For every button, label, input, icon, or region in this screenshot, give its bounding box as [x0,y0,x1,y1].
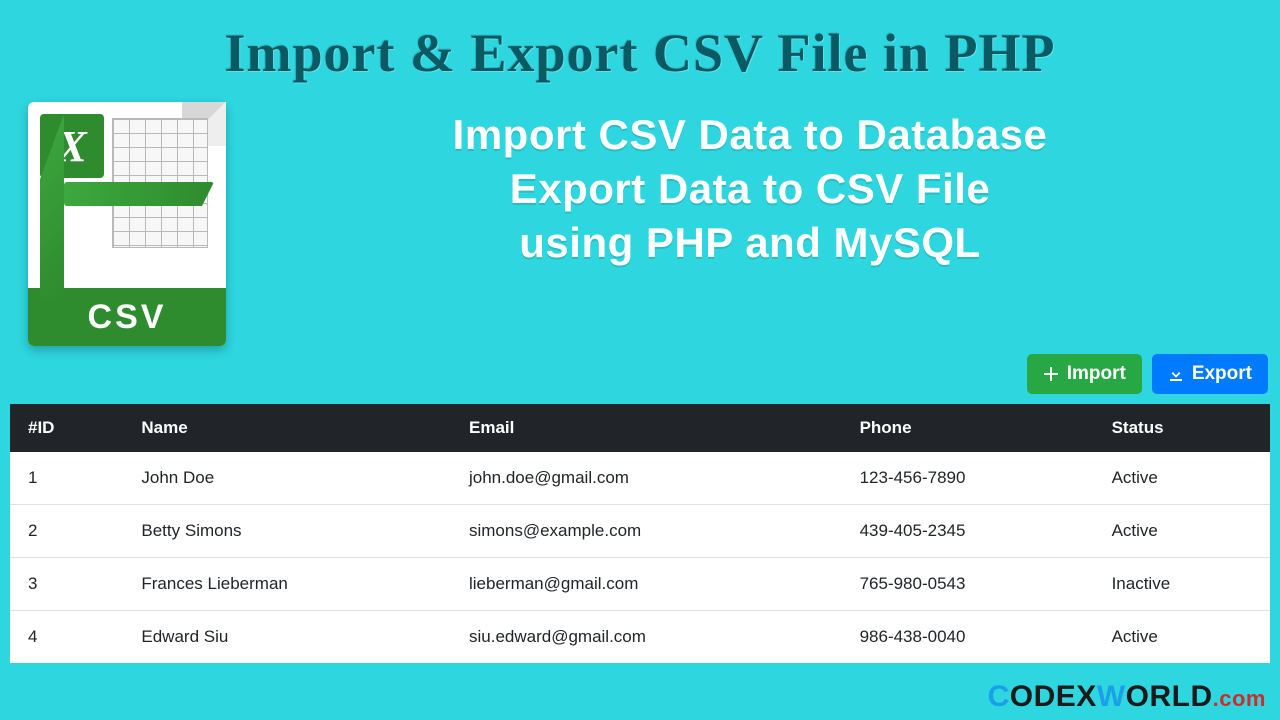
cell-id: 2 [10,505,123,558]
cell-id: 3 [10,558,123,611]
watermark-part: W [1097,680,1126,713]
data-table-wrap: #ID Name Email Phone Status 1John Doejoh… [0,404,1280,663]
cell-id: 4 [10,611,123,664]
subtitle-line: using PHP and MySQL [248,216,1252,270]
cell-phone: 123-456-7890 [842,452,1094,505]
data-table: #ID Name Email Phone Status 1John Doejoh… [10,404,1270,663]
cell-name: Edward Siu [123,611,451,664]
subtitle-line: Import CSV Data to Database [248,108,1252,162]
cell-status: Inactive [1094,558,1270,611]
cell-phone: 439-405-2345 [842,505,1094,558]
subtitle-line: Export Data to CSV File [248,162,1252,216]
download-icon [1168,366,1184,382]
col-header-id: #ID [10,404,123,452]
watermark-part: C [988,680,1010,713]
cell-email: john.doe@gmail.com [451,452,842,505]
table-header-row: #ID Name Email Phone Status [10,404,1270,452]
page-title: Import & Export CSV File in PHP [0,0,1280,94]
cell-name: Frances Lieberman [123,558,451,611]
cell-phone: 986-438-0040 [842,611,1094,664]
watermark-part: ODEX [1010,680,1097,713]
page-subtitle: Import CSV Data to Database Export Data … [248,102,1252,269]
cell-status: Active [1094,505,1270,558]
cell-phone: 765-980-0543 [842,558,1094,611]
csv-file-icon: X CSV [28,102,226,346]
hero-section: X CSV Import CSV Data to Database Export… [0,94,1280,346]
cell-email: lieberman@gmail.com [451,558,842,611]
plus-icon [1043,366,1059,382]
col-header-name: Name [123,404,451,452]
import-button-label: Import [1067,363,1126,385]
cell-status: Active [1094,611,1270,664]
col-header-phone: Phone [842,404,1094,452]
cell-name: Betty Simons [123,505,451,558]
watermark-suffix: .com [1213,686,1266,711]
import-button[interactable]: Import [1027,354,1142,394]
cell-name: John Doe [123,452,451,505]
watermark-logo: CODEXWORLD.com [988,680,1266,714]
col-header-status: Status [1094,404,1270,452]
cell-email: siu.edward@gmail.com [451,611,842,664]
export-button-label: Export [1192,363,1252,385]
cell-email: simons@example.com [451,505,842,558]
table-row: 4Edward Siusiu.edward@gmail.com986-438-0… [10,611,1270,664]
action-toolbar: Import Export [0,346,1280,404]
table-row: 2Betty Simonssimons@example.com439-405-2… [10,505,1270,558]
cell-id: 1 [10,452,123,505]
table-row: 1John Doejohn.doe@gmail.com123-456-7890A… [10,452,1270,505]
watermark-part: ORLD [1126,680,1213,713]
cell-status: Active [1094,452,1270,505]
export-button[interactable]: Export [1152,354,1268,394]
table-row: 3Frances Liebermanlieberman@gmail.com765… [10,558,1270,611]
col-header-email: Email [451,404,842,452]
